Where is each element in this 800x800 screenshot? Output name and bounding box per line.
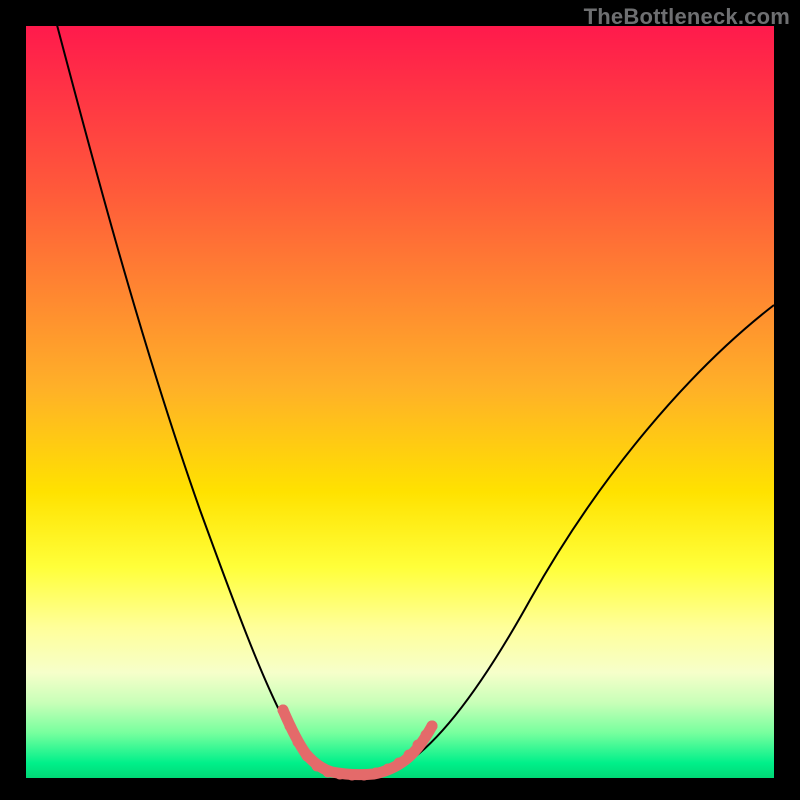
highlight-dot [371,768,382,779]
highlight-dot [285,721,296,732]
highlight-dot [335,769,346,780]
highlight-dot [347,770,358,781]
highlight-dot [394,758,405,769]
highlight-dot [383,764,394,775]
minimum-highlight-curve [283,710,432,775]
highlight-dot [278,705,289,716]
highlight-dot [293,737,304,748]
highlight-dot [312,761,323,772]
highlight-dot [404,750,415,761]
bottleneck-curve [57,25,774,774]
highlight-dot [302,751,313,762]
watermark-text: TheBottleneck.com [584,4,790,30]
highlight-dot [427,721,438,732]
highlight-dot [323,767,334,778]
highlight-dot [421,730,432,741]
highlight-dot [359,770,370,781]
highlight-dot [413,740,424,751]
chart-svg [0,0,800,800]
